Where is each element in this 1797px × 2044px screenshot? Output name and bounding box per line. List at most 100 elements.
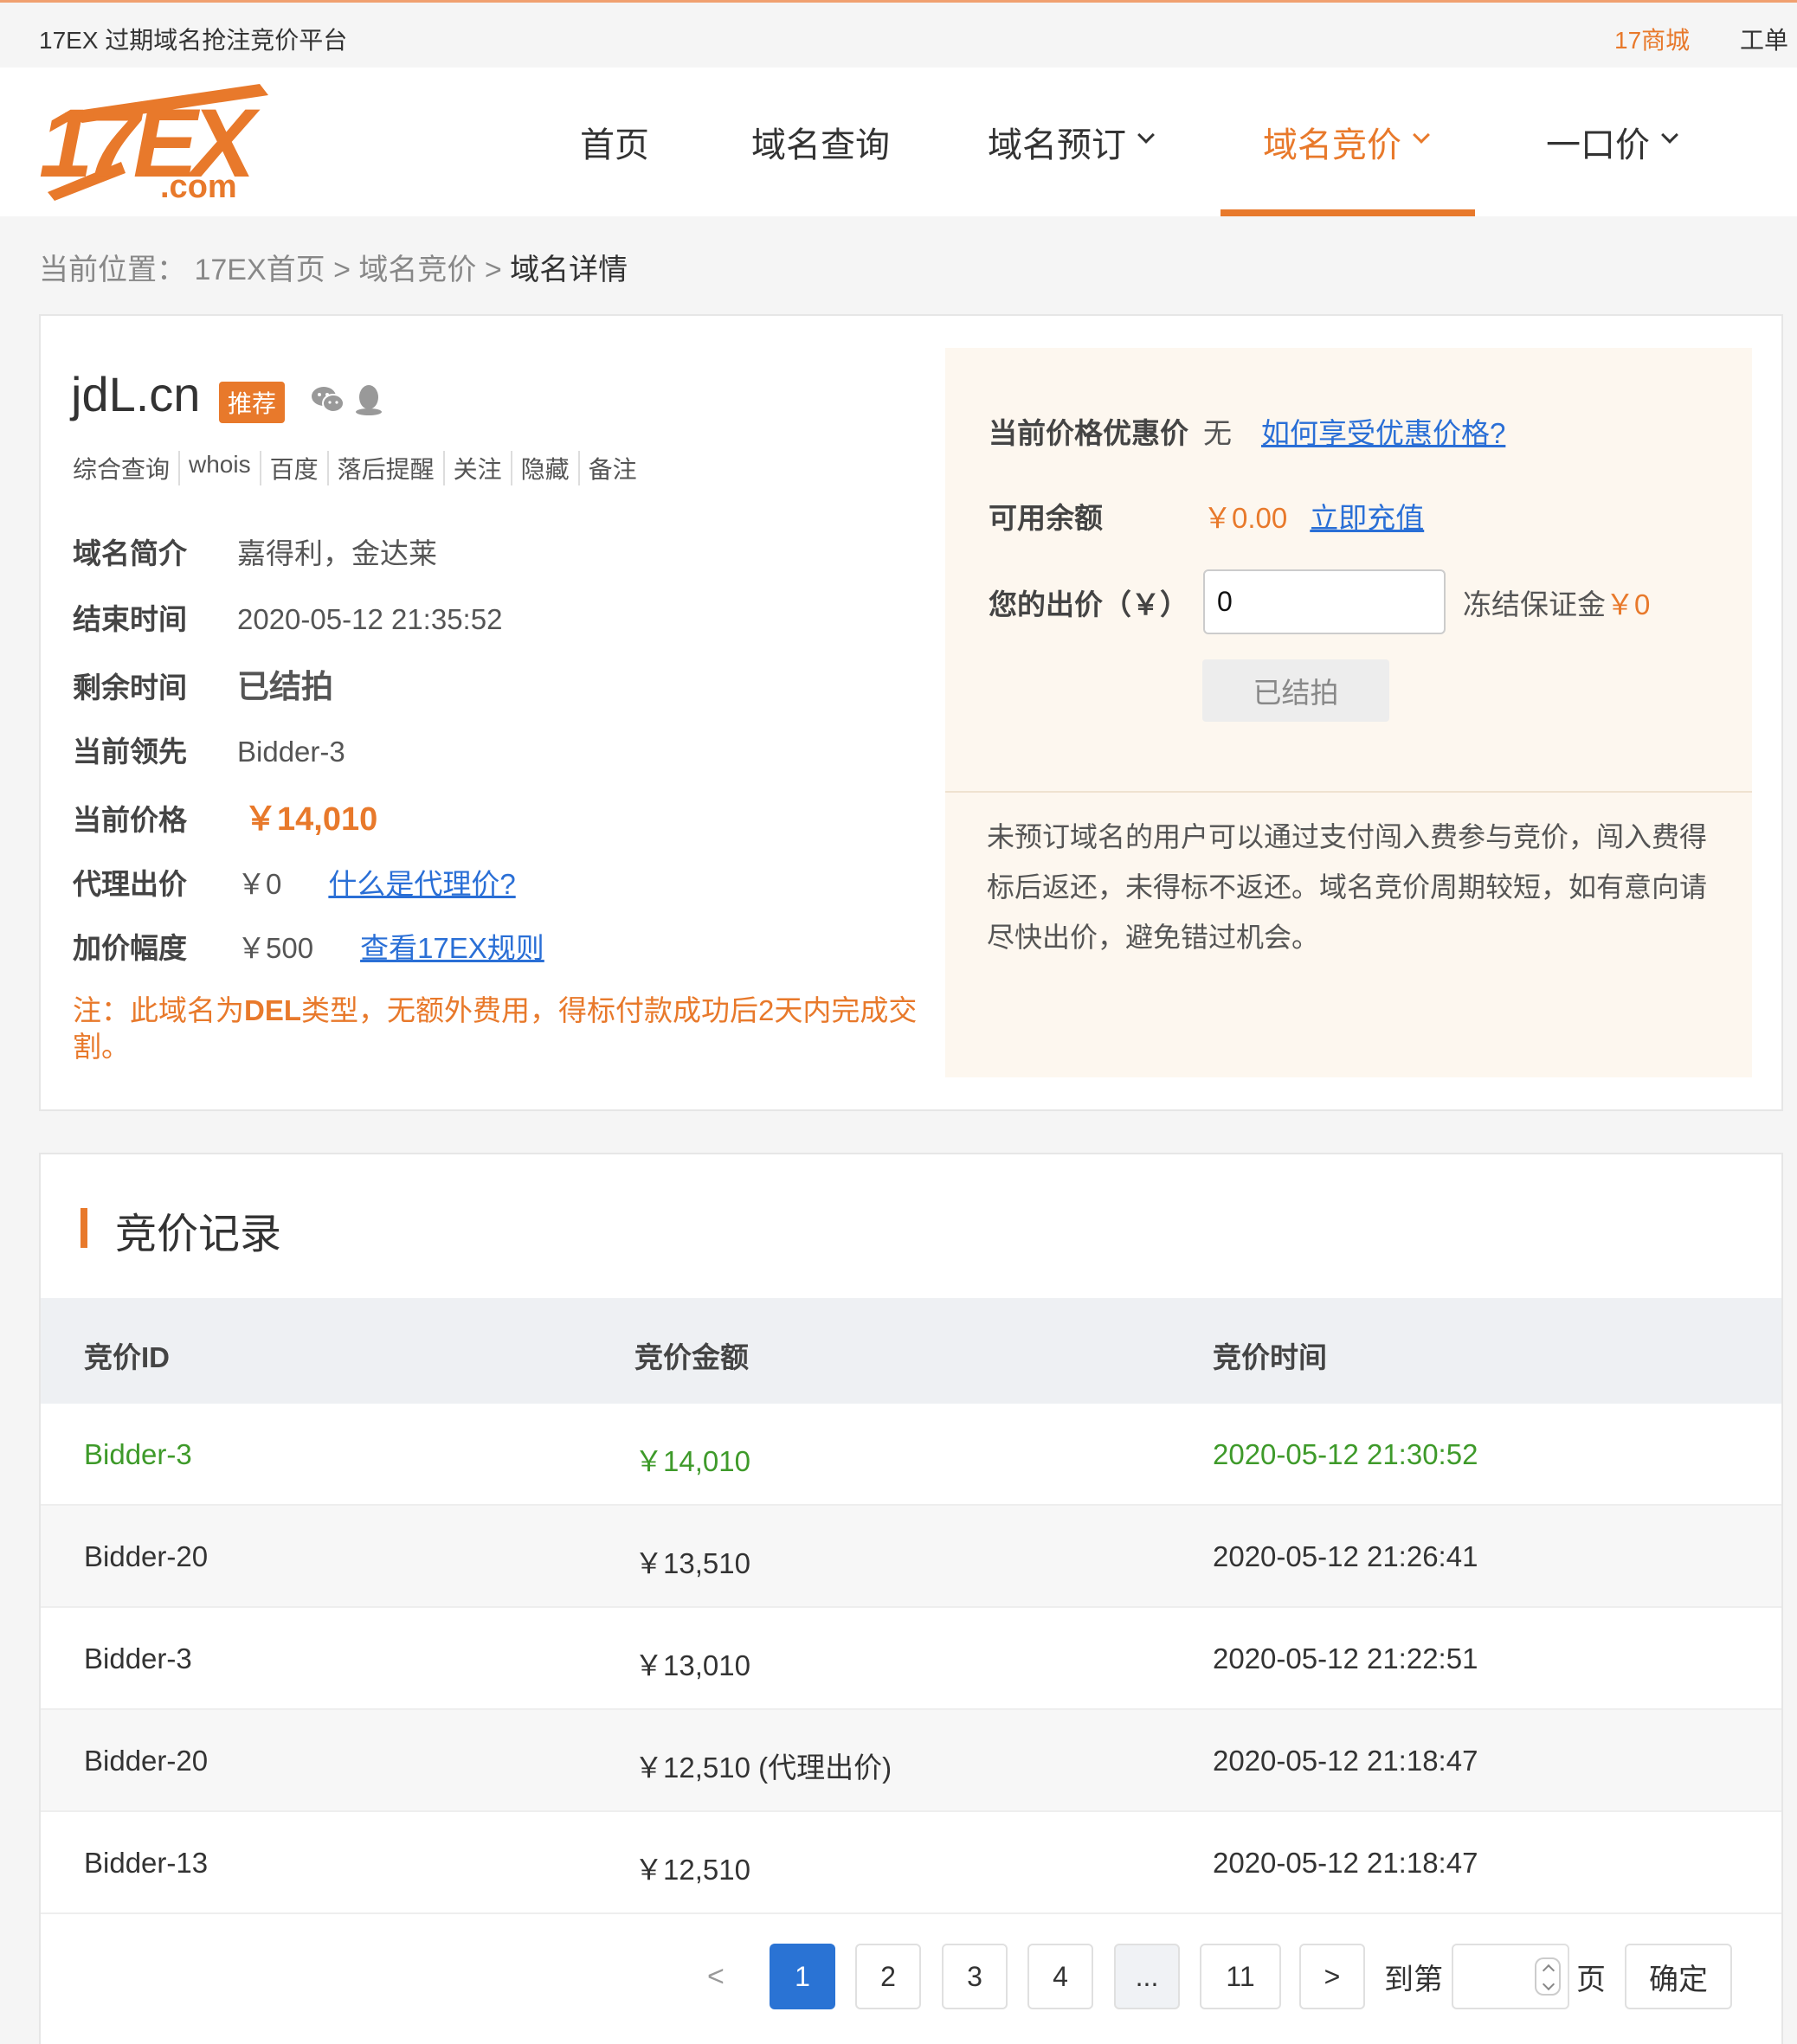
link-remark[interactable]: 备注 (577, 451, 646, 485)
deposit-value: ￥0 (1606, 588, 1651, 620)
link-follow[interactable]: 关注 (442, 451, 511, 485)
bid-id: Bidder-20 (84, 1745, 209, 1777)
nav-home-label: 首页 (580, 126, 649, 164)
table-row: Bidder-13 ￥12,510 2020-05-12 21:18:47 (41, 1812, 1781, 1914)
page-button-2[interactable]: 2 (855, 1944, 921, 2009)
bid-time: 2020-05-12 21:18:47 (1213, 1847, 1478, 1879)
top-bar: 17EX 过期域名抢注竞价平台 17商城 工单 (0, 0, 1797, 67)
bid-amount: ￥13,510 (634, 1547, 750, 1579)
breadcrumb-home[interactable]: 17EX首页 (194, 254, 325, 286)
qq-icon[interactable] (354, 383, 383, 416)
end-time-label: 结束时间 (73, 603, 187, 635)
nav-domain-reserve[interactable]: 域名预订 (988, 67, 1155, 216)
next-page-button[interactable]: > (1299, 1944, 1365, 2009)
bid-id: Bidder-20 (84, 1540, 209, 1572)
bid-amount: ￥12,510 (634, 1854, 750, 1886)
bid-amount: ￥12,510 (代理出价) (634, 1752, 892, 1784)
balance-value: ￥0.00 (1203, 502, 1288, 534)
domain-name: jdL.cn (71, 367, 201, 421)
bid-amount-input[interactable]: 0 (1203, 569, 1446, 634)
view-rules-link[interactable]: 查看17EX规则 (360, 925, 544, 967)
goto-page-input[interactable] (1452, 1944, 1569, 2009)
current-price-label: 当前价格 (73, 804, 187, 836)
ticket-link[interactable]: 工单 (1740, 22, 1788, 56)
table-row: Bidder-20 ￥12,510 (代理出价) 2020-05-12 21:1… (41, 1710, 1781, 1812)
bid-id: Bidder-13 (84, 1847, 209, 1879)
site-logo[interactable]: 17EX .com (39, 80, 290, 201)
bid-time: 2020-05-12 21:22:51 (1213, 1642, 1478, 1674)
mall-link[interactable]: 17商城 (1614, 22, 1690, 56)
recommend-badge: 推荐 (219, 382, 286, 423)
page-button-3[interactable]: 3 (942, 1944, 1008, 2009)
bid-id: Bidder-3 (84, 1438, 192, 1470)
panel-divider (945, 791, 1752, 793)
column-header-time: 竞价时间 (1213, 1341, 1327, 1373)
prev-page-button[interactable]: < (707, 1944, 725, 2009)
breadcrumb-separator: > (484, 254, 502, 286)
page-button-1[interactable]: 1 (770, 1944, 835, 2009)
discount-value: 无 (1203, 417, 1232, 449)
bid-panel: 当前价格优惠价 无 如何享受优惠价格? 可用余额 ￥0.00 立即充值 您的出价… (945, 348, 1752, 1077)
nav-domain-reserve-label: 域名预订 (988, 126, 1126, 164)
recharge-link[interactable]: 立即充值 (1310, 495, 1424, 537)
your-bid-label: 您的出价（￥） (989, 588, 1188, 620)
goto-label: 到第 (1384, 1963, 1443, 1996)
intro-row: 域名简介 嘉得利，金达莱 (73, 530, 437, 572)
discount-label: 当前价格优惠价 (989, 417, 1188, 449)
bid-time: 2020-05-12 21:26:41 (1213, 1540, 1478, 1572)
what-is-proxy-link[interactable]: 什么是代理价? (328, 861, 515, 903)
chevron-down-icon (1661, 126, 1678, 144)
table-row: Bidder-3 ￥14,010 2020-05-12 21:30:52 (41, 1404, 1781, 1506)
link-whois[interactable]: whois (178, 451, 260, 485)
nav-active-indicator (1221, 209, 1475, 216)
breadcrumb-separator: > (333, 254, 351, 286)
site-title: 17EX 过期域名抢注竞价平台 (39, 27, 348, 54)
page-ellipsis[interactable]: ... (1114, 1944, 1180, 2009)
nav-fixed-price[interactable]: 一口价 (1546, 67, 1678, 216)
nav-domain-search-label: 域名查询 (751, 126, 890, 164)
link-comprehensive-query[interactable]: 综合查询 (73, 451, 178, 485)
auction-ended-button[interactable]: 已结拍 (1202, 659, 1389, 722)
nav-fixed-price-label: 一口价 (1546, 126, 1650, 164)
header: 17EX .com 首页 域名查询 域名预订 域名竞价 一口价 (0, 67, 1797, 216)
bid-amount: ￥13,010 (634, 1649, 750, 1681)
wechat-icon[interactable] (311, 385, 345, 415)
nav-domain-search[interactable]: 域名查询 (751, 67, 890, 216)
proxy-bid-label: 代理出价 (73, 868, 187, 900)
breadcrumb: 当前位置： 17EX首页 > 域名竞价 > 域名详情 (39, 246, 628, 288)
proxy-bid-value: ￥0 (237, 868, 282, 900)
page-button-11[interactable]: 11 (1200, 1944, 1281, 2009)
proxy-bid-row: 代理出价 ￥0 什么是代理价? (73, 861, 516, 903)
deposit-label: 冻结保证金 (1463, 588, 1606, 620)
page-button-4[interactable]: 4 (1027, 1944, 1093, 2009)
table-row: Bidder-20 ￥13,510 2020-05-12 21:26:41 (41, 1506, 1781, 1608)
table-row: Bidder-3 ￥13,010 2020-05-12 21:22:51 (41, 1608, 1781, 1710)
end-time-row: 结束时间 2020-05-12 21:35:52 (73, 596, 502, 638)
intro-label: 域名简介 (73, 537, 187, 569)
discount-how-link[interactable]: 如何享受优惠价格? (1261, 410, 1505, 452)
end-time-value: 2020-05-12 21:35:52 (237, 603, 503, 635)
link-hide[interactable]: 隐藏 (510, 451, 578, 485)
column-header-amount: 竞价金额 (634, 1341, 749, 1373)
note-prefix: 注：此域名为 (73, 994, 244, 1026)
leader-value: Bidder-3 (237, 736, 345, 768)
breadcrumb-section[interactable]: 域名竞价 (358, 254, 476, 286)
section-accent-bar (81, 1208, 87, 1248)
link-outbid-reminder[interactable]: 落后提醒 (326, 451, 443, 485)
nav-domain-auction[interactable]: 域名竞价 (1263, 67, 1430, 216)
breadcrumb-prefix: 当前位置： (39, 254, 186, 286)
domain-detail-card: jdL.cn 推荐 综合查询 whois 百度 落后提醒 关注 隐藏 备注 域名… (39, 314, 1783, 1111)
increment-row: 加价幅度 ￥500 查看17EX规则 (73, 925, 544, 967)
bid-id: Bidder-3 (84, 1642, 192, 1674)
discount-row: 当前价格优惠价 无 如何享受优惠价格? (989, 410, 1505, 452)
nav-domain-auction-label: 域名竞价 (1263, 126, 1401, 164)
leader-row: 当前领先 Bidder-3 (73, 729, 345, 770)
remaining-time-row: 剩余时间 已结拍 (73, 660, 333, 707)
bid-records-title: 竞价记录 (115, 1212, 282, 1257)
leader-label: 当前领先 (73, 736, 187, 768)
link-baidu[interactable]: 百度 (259, 451, 327, 485)
nav-home[interactable]: 首页 (580, 67, 649, 216)
intro-value: 嘉得利，金达莱 (237, 537, 437, 569)
goto-confirm-button[interactable]: 确定 (1625, 1944, 1732, 2009)
spinner-icon[interactable] (1535, 1957, 1561, 1996)
